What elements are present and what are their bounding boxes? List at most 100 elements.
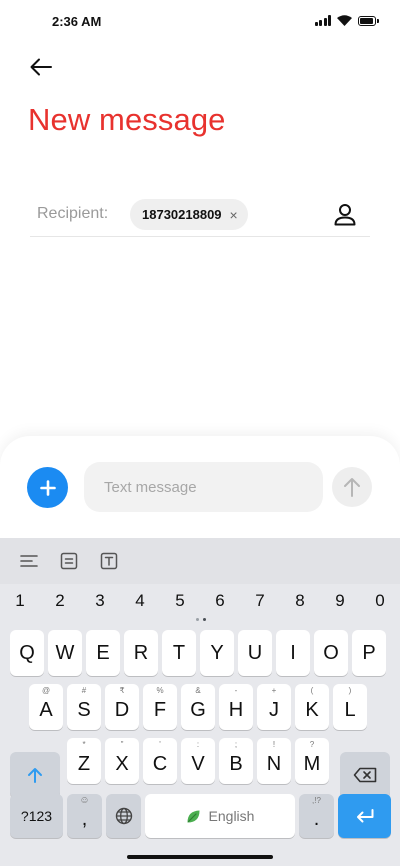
key-label: T (172, 641, 186, 664)
letter-key[interactable]: & G (181, 684, 215, 730)
number-key[interactable]: 1 (0, 586, 40, 616)
signal-icon (314, 15, 331, 26)
key-label: D (114, 698, 130, 721)
shift-key[interactable] (10, 752, 60, 798)
pick-contact-button[interactable] (332, 202, 358, 228)
letter-key[interactable]: Y (200, 630, 234, 676)
key-label: S (77, 698, 91, 721)
letter-key[interactable]: T (162, 630, 196, 676)
key-hint: ; (234, 740, 238, 749)
letter-key[interactable]: I (276, 630, 310, 676)
back-button[interactable] (26, 52, 56, 82)
number-key[interactable]: 7 (240, 586, 280, 616)
person-icon (334, 204, 356, 226)
letter-key[interactable]: ! N (257, 738, 291, 784)
number-key[interactable]: 4 (120, 586, 160, 616)
letter-key[interactable]: P (352, 630, 386, 676)
letter-key[interactable]: -H (219, 684, 253, 730)
key-label: G (190, 698, 206, 721)
number-key[interactable]: 3 (80, 586, 120, 616)
key-hint: ) (348, 686, 352, 695)
add-attachment-button[interactable] (27, 467, 68, 508)
leaf-icon (187, 810, 200, 822)
letter-key[interactable]: @ A (29, 684, 63, 730)
send-button[interactable] (332, 467, 372, 507)
recipient-row: Recipient: 18730218809 × (30, 192, 370, 237)
key-hint: * (82, 740, 86, 749)
letter-key[interactable]: ; B (219, 738, 253, 784)
backspace-icon (353, 767, 377, 783)
key-label: B (229, 752, 243, 775)
page-dots (196, 618, 206, 621)
letter-key[interactable]: E (86, 630, 120, 676)
letter-key[interactable]: " X (105, 738, 139, 784)
key-label: U (247, 641, 263, 664)
symbols-key[interactable]: ?123 (10, 794, 63, 838)
toolbar-text-button[interactable] (99, 551, 119, 571)
key-hint: % (156, 686, 164, 695)
toolbar-menu-button[interactable] (19, 551, 39, 571)
number-key[interactable]: 5 (160, 586, 200, 616)
recipient-chip[interactable]: 18730218809 × (130, 199, 248, 230)
arrow-left-icon (30, 58, 52, 76)
number-key[interactable]: 6 (200, 586, 240, 616)
space-key-label: English (208, 808, 255, 824)
letter-key[interactable]: # S (67, 684, 101, 730)
clipboard-icon (60, 552, 78, 570)
battery-icon (358, 15, 379, 26)
key-label: F (153, 698, 167, 721)
key-label: E (96, 641, 110, 664)
key-hint: : (196, 740, 200, 749)
page-title: New message (28, 102, 226, 137)
letter-key[interactable]: (K (295, 684, 329, 730)
home-indicator (127, 855, 273, 859)
backspace-key[interactable] (340, 752, 390, 798)
message-input[interactable] (84, 462, 323, 512)
letter-key[interactable]: + J (257, 684, 291, 730)
period-key-label: . (313, 807, 320, 830)
battery-level (360, 17, 373, 24)
key-label: M (303, 752, 321, 775)
letter-key[interactable]: ? M (295, 738, 329, 784)
key-label: A (39, 698, 53, 721)
space-key[interactable]: English (145, 794, 295, 838)
status-bar: 2:36 AM (0, 0, 400, 44)
shift-arrow-icon (28, 768, 42, 783)
comma-key-label: , (81, 807, 88, 830)
letter-key[interactable]: ₹ D (105, 684, 139, 730)
keyboard: 1234567890 QWERTYUIOP @ A # S ₹ D% F & G - H + J(K) L… (0, 538, 400, 866)
keyboard-toolbar (0, 538, 400, 584)
letter-key[interactable]: :V (181, 738, 215, 784)
key-label: O (323, 641, 339, 664)
letter-key[interactable]: U (238, 630, 272, 676)
key-hint: # (81, 686, 87, 695)
letter-key[interactable]: * Z (67, 738, 101, 784)
letter-key[interactable]: ) L (333, 684, 367, 730)
number-row: 1234567890 (0, 586, 400, 616)
letter-key[interactable]: ' C (143, 738, 177, 784)
enter-key[interactable] (338, 794, 391, 838)
letter-key[interactable]: Q (10, 630, 44, 676)
remove-recipient-icon[interactable]: × (230, 208, 238, 222)
language-key[interactable] (106, 794, 141, 838)
key-label: Z (77, 752, 91, 775)
toolbar-clipboard-button[interactable] (59, 551, 79, 571)
arrow-up-icon (344, 478, 360, 497)
comma-key[interactable]: ☺ , (67, 794, 102, 838)
number-key[interactable]: 0 (360, 586, 400, 616)
key-label: V (191, 752, 205, 775)
plus-icon (39, 479, 56, 496)
letter-key[interactable]: % F (143, 684, 177, 730)
number-key[interactable]: 9 (320, 586, 360, 616)
letter-key[interactable]: W (48, 630, 82, 676)
key-hint: + (271, 686, 277, 695)
key-label: P (362, 641, 376, 664)
text-box-icon (100, 552, 118, 570)
number-key[interactable]: 2 (40, 586, 80, 616)
key-hint: ₹ (119, 686, 125, 695)
letter-key[interactable]: R (124, 630, 158, 676)
recipient-chip-text: 18730218809 (142, 207, 222, 222)
number-key[interactable]: 8 (280, 586, 320, 616)
period-key[interactable]: ,!? . (299, 794, 334, 838)
letter-key[interactable]: O (314, 630, 348, 676)
